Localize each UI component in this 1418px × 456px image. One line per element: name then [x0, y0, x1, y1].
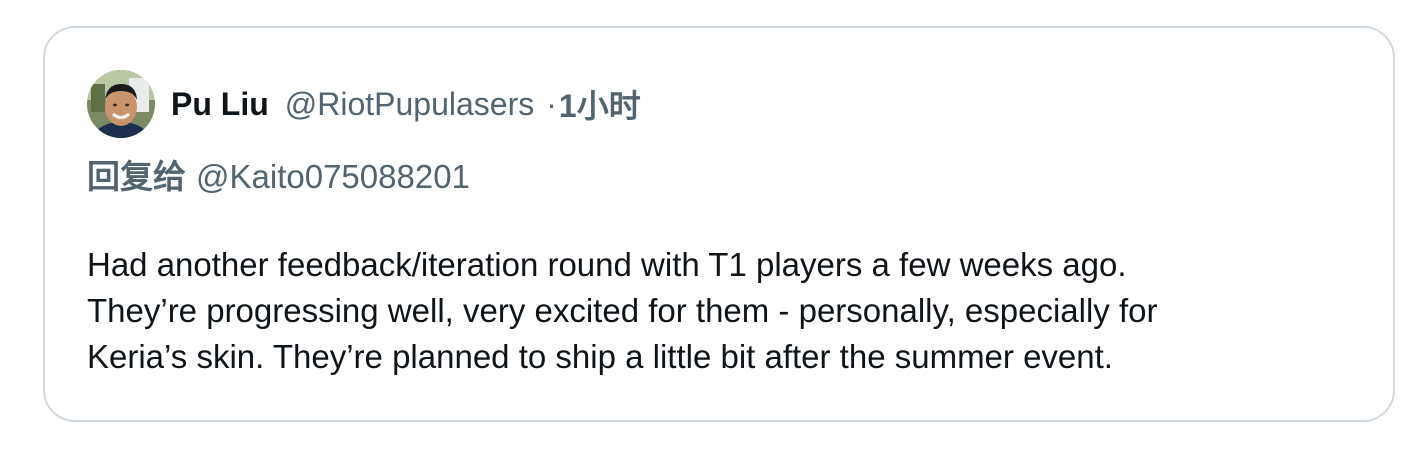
reply-to-handle[interactable]: @Kaito075088201 [196, 158, 470, 195]
reply-context: 回复给 @Kaito075088201 [87, 150, 470, 198]
tweet-body-line: Keria’s skin. They’re planned to ship a … [87, 338, 1113, 375]
quoted-tweet-card[interactable]: Pu Liu @RiotPupulasers · 1小时 回复给 @Kaito07… [43, 26, 1395, 422]
tweet-body: Had another feedback/iteration round wit… [87, 242, 1327, 380]
tweet-body-line: Had another feedback/iteration round wit… [87, 246, 1127, 283]
separator-dot: · [546, 85, 557, 122]
author-name[interactable]: Pu Liu [171, 86, 269, 123]
reply-prefix: 回复给 [87, 158, 186, 195]
post-time[interactable]: 1小时 [559, 81, 641, 127]
author-handle[interactable]: @RiotPupulasers [285, 86, 534, 123]
tweet-body-line: They’re progressing well, very excited f… [87, 292, 1158, 329]
tweet-header: Pu Liu @RiotPupulasers · 1小时 [87, 69, 641, 139]
avatar[interactable] [87, 70, 155, 138]
